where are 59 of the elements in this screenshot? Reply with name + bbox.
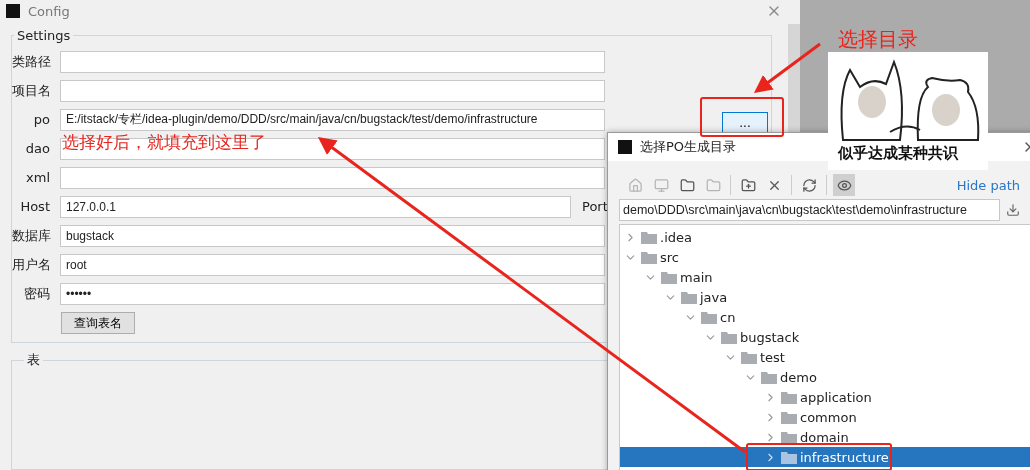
tree-item[interactable]: application	[620, 387, 1030, 407]
folder-icon	[741, 350, 757, 364]
folder-icon	[781, 430, 797, 444]
query-tables-button[interactable]: 查询表名	[61, 312, 135, 334]
input-field[interactable]: 127.0.0.1	[60, 195, 571, 218]
hidden-icon[interactable]	[833, 174, 855, 196]
tree-item[interactable]: main	[620, 267, 1030, 287]
tree-item[interactable]: .idea	[620, 227, 1030, 247]
tree-item[interactable]: cn	[620, 307, 1030, 327]
folder-icon	[721, 330, 737, 344]
annotation-text: 选择好后，就填充到这里了	[62, 131, 266, 154]
tree-item[interactable]: common	[620, 407, 1030, 427]
field-label: 用户名	[12, 255, 50, 274]
input-field[interactable]	[60, 50, 605, 73]
group-title: 表	[25, 351, 41, 369]
folder-icon	[641, 250, 657, 264]
field-label: 数据库	[12, 226, 50, 245]
tree-item[interactable]: src	[620, 247, 1030, 267]
window-title: Config	[28, 3, 70, 19]
field-label: 项目名	[12, 81, 50, 100]
folder-icon	[681, 290, 697, 304]
folder-icon	[761, 370, 777, 384]
annotation-arrow	[753, 42, 821, 93]
field-label: Host	[19, 199, 50, 214]
folder-icon	[781, 390, 797, 404]
tree-item[interactable]: demo	[620, 367, 1030, 387]
folder-icon	[641, 230, 657, 244]
folder-icon	[701, 310, 717, 324]
path-field[interactable]: demo\DDD\src\main\java\cn\bugstack\test\demo\infrastructure	[619, 199, 1000, 221]
folder-icon	[781, 450, 797, 464]
input-field[interactable]	[60, 79, 605, 102]
field-label: xml	[25, 170, 50, 185]
annotation-text: 选择目录	[838, 26, 918, 53]
group-title: Settings	[16, 28, 72, 43]
tree-item[interactable]: domain	[620, 427, 1030, 447]
download-icon[interactable]	[1006, 203, 1020, 217]
input-field[interactable]: ••••••	[60, 282, 605, 305]
field-label: 类路径	[12, 52, 50, 71]
browse-button[interactable]: ...	[722, 112, 768, 133]
meme-caption: 似乎达成某种共识	[838, 144, 958, 163]
field-label: Port	[582, 199, 608, 214]
field-label: po	[32, 112, 50, 127]
folder-icon	[781, 410, 797, 424]
dialog-title: 选择PO生成目录	[640, 138, 737, 156]
tree-item[interactable]: infrastructure	[620, 447, 1030, 467]
input-field[interactable]: bugstack	[60, 224, 605, 247]
field-label: 密码	[23, 284, 50, 303]
tree-item[interactable]: test	[620, 347, 1030, 367]
field-label: dao	[24, 141, 50, 156]
hide-path-link[interactable]: Hide path	[956, 177, 1020, 193]
scrollbar[interactable]	[788, 24, 800, 134]
folder-icon	[661, 270, 677, 284]
tree-item[interactable]: bugstack	[620, 327, 1030, 347]
tree-item[interactable]: java	[620, 287, 1030, 307]
app-icon	[618, 140, 632, 154]
app-icon	[6, 4, 20, 18]
input-field[interactable]: root	[60, 253, 605, 276]
input-field[interactable]	[60, 166, 605, 189]
input-field[interactable]: E:/itstack/专栏/idea-plugin/demo/DDD/src/main/java/cn/bugstack/test/demo/infrastructure	[60, 108, 605, 131]
